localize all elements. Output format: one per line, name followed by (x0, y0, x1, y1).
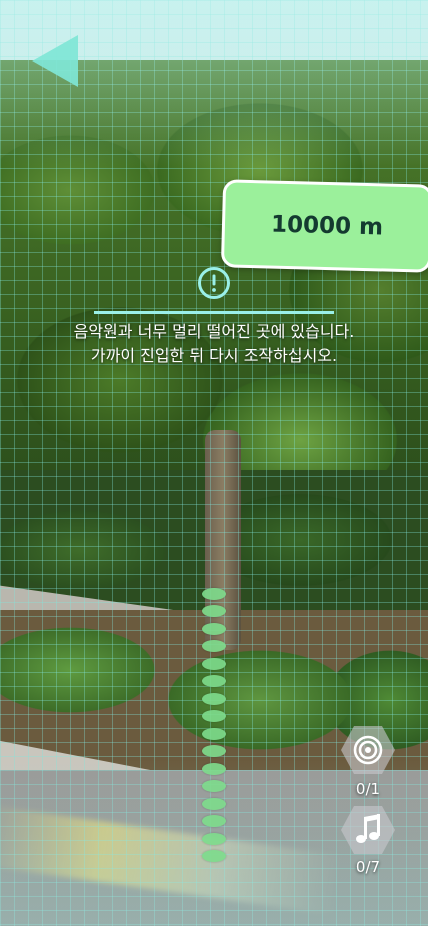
back-button[interactable] (30, 33, 80, 89)
progress-dot (202, 710, 226, 722)
progress-dot (202, 780, 226, 792)
music-count: 0/7 (355, 858, 381, 876)
warning-message: 음악원과 너무 멀리 떨어진 곳에 있습니다. 가까이 진입한 뒤 다시 조작하… (20, 320, 408, 368)
progress-dot (202, 833, 226, 845)
music-note-icon (341, 806, 395, 854)
warning-line-1: 음악원과 너무 멀리 떨어진 곳에 있습니다. (73, 322, 355, 341)
target-rings-icon (341, 726, 395, 774)
progress-dot (202, 728, 226, 740)
progress-dot (202, 640, 226, 652)
progress-dots (202, 588, 228, 862)
target-count: 0/1 (355, 780, 381, 798)
progress-dot (202, 763, 226, 775)
progress-dot (202, 850, 226, 862)
warning-divider (94, 311, 334, 314)
progress-dot (202, 588, 226, 600)
progress-dot (202, 745, 226, 757)
distance-badge: 10000 m (220, 179, 428, 273)
target-badge-button[interactable] (339, 724, 397, 776)
progress-dot (202, 798, 226, 810)
back-triangle-icon (32, 35, 78, 87)
distance-value: 10000 m (270, 211, 384, 241)
progress-dot (202, 693, 226, 705)
progress-dot (202, 623, 226, 635)
progress-dot (202, 658, 226, 670)
warning-line-2: 가까이 진입한 뒤 다시 조작하십시오. (90, 346, 338, 365)
exclamation-circle-icon (198, 267, 230, 299)
progress-dot (202, 605, 226, 617)
music-badge-button[interactable] (339, 804, 397, 856)
progress-dot (202, 815, 226, 827)
progress-dot (202, 675, 226, 687)
